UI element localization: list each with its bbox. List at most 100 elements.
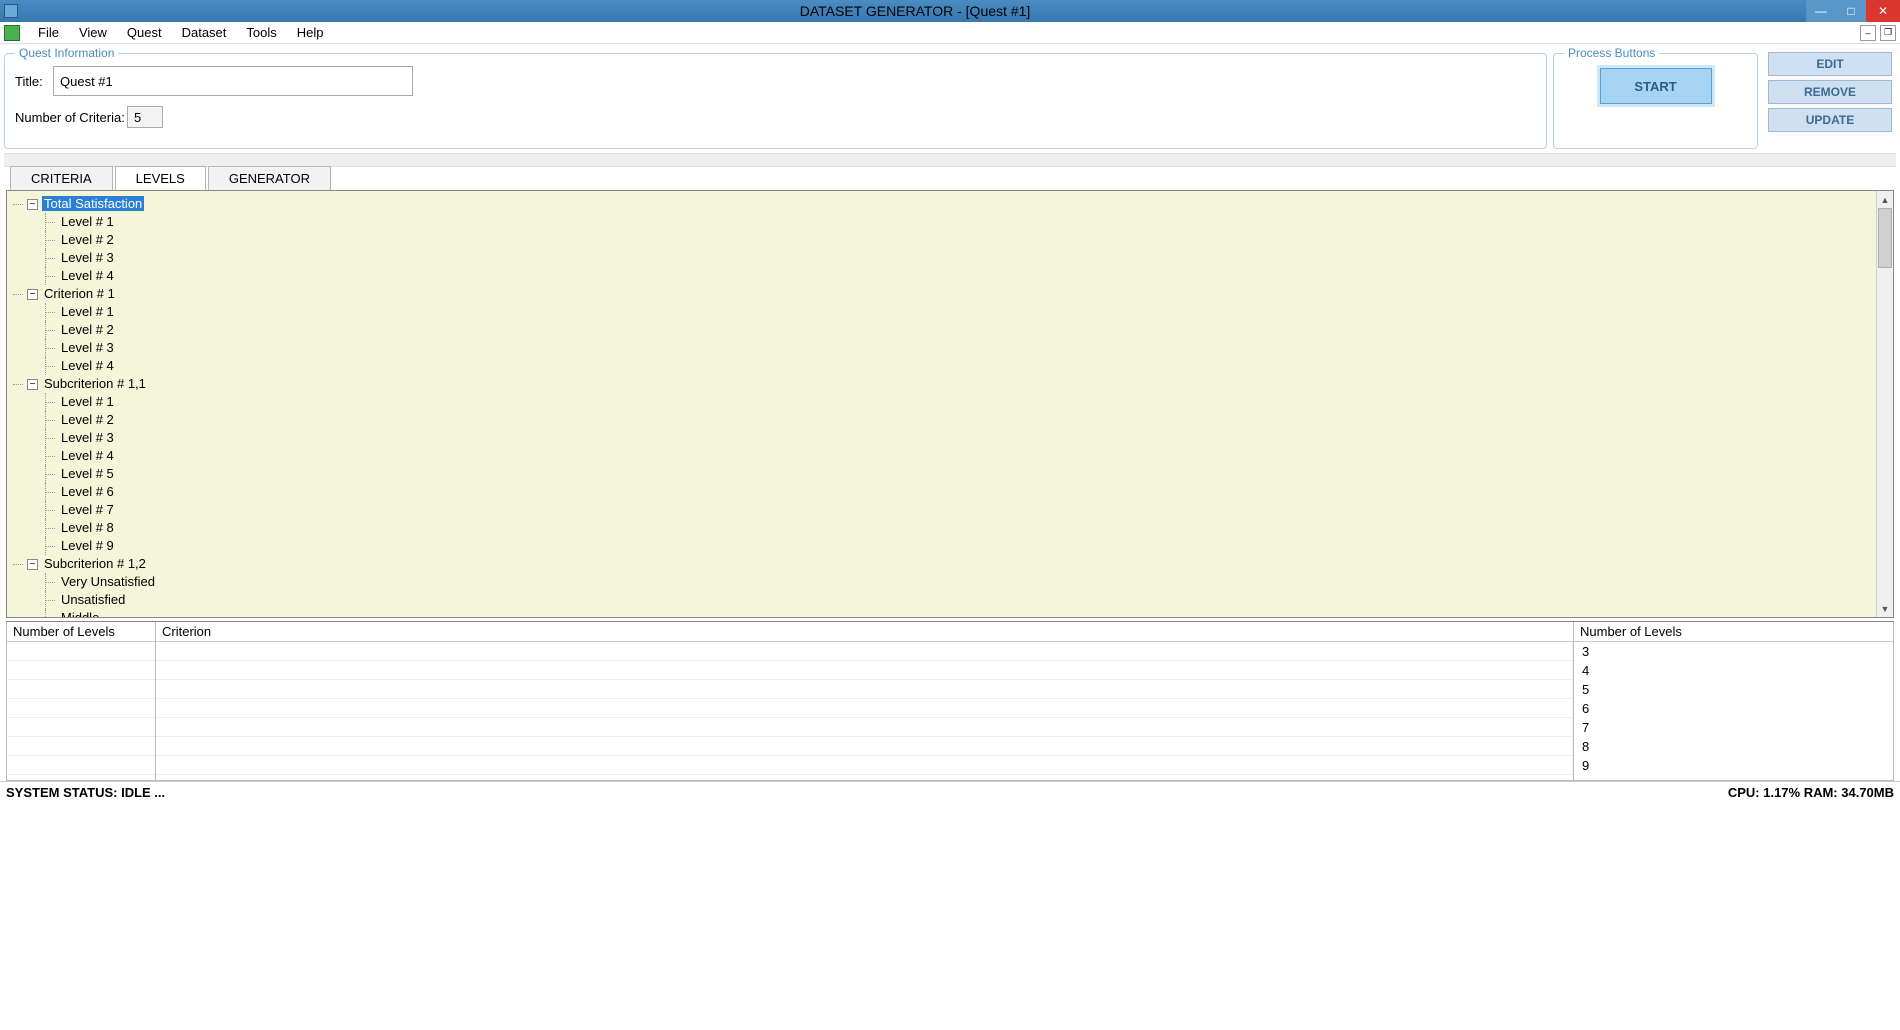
tree-leaf[interactable]: Level # 6 [45,483,1889,501]
tree-leaf-label[interactable]: Level # 4 [59,268,116,283]
tree-node-label[interactable]: Criterion # 1 [42,286,117,301]
tree-leaf-label[interactable]: Level # 5 [59,466,116,481]
tree-leaf-label[interactable]: Level # 4 [59,358,116,373]
tree-node-subcriterion-1-2[interactable]: −Subcriterion # 1,2 Very Unsatisfied Uns… [13,555,1889,617]
tree-leaf-label[interactable]: Level # 4 [59,448,116,463]
collapse-icon[interactable]: − [27,559,38,570]
num-levels-option[interactable]: 4 [1574,661,1893,680]
grid-left-column: Number of Levels [6,622,156,781]
close-button[interactable]: ✕ [1866,0,1900,22]
tree-leaf[interactable]: Level # 3 [45,339,1889,357]
collapse-icon[interactable]: − [27,289,38,300]
tree-leaf-label[interactable]: Level # 2 [59,232,116,247]
tree-leaf[interactable]: Level # 1 [45,303,1889,321]
update-button[interactable]: UPDATE [1768,108,1892,132]
mdi-restore-button[interactable]: ❐ [1880,25,1896,41]
num-levels-option[interactable]: 7 [1574,718,1893,737]
levels-tree[interactable]: −Total Satisfaction Level # 1 Level # 2 … [7,191,1893,617]
start-button[interactable]: START [1600,68,1712,104]
edit-button[interactable]: EDIT [1768,52,1892,76]
tree-leaf[interactable]: Level # 2 [45,231,1889,249]
quest-information-group: Quest Information Title: Number of Crite… [4,46,1547,149]
levels-tree-pane: −Total Satisfaction Level # 1 Level # 2 … [6,190,1894,618]
num-levels-option[interactable]: 9 [1574,756,1893,775]
tree-leaf[interactable]: Unsatisfied [45,591,1889,609]
tab-levels[interactable]: LEVELS [115,166,206,191]
statusbar: SYSTEM STATUS: IDLE ... CPU: 1.17% RAM: … [0,781,1900,803]
tree-leaf[interactable]: Level # 1 [45,393,1889,411]
collapse-icon[interactable]: − [27,199,38,210]
tree-leaf-label[interactable]: Level # 3 [59,340,116,355]
grid-right-header: Number of Levels [1574,622,1893,642]
num-levels-option[interactable]: 5 [1574,680,1893,699]
tree-leaf[interactable]: Level # 7 [45,501,1889,519]
tree-leaf-label[interactable]: Level # 6 [59,484,116,499]
tree-leaf[interactable]: Level # 1 [45,213,1889,231]
num-levels-option[interactable]: 8 [1574,737,1893,756]
tree-leaf[interactable]: Level # 8 [45,519,1889,537]
tree-vertical-scrollbar[interactable]: ▲ ▼ [1876,191,1893,617]
menu-view[interactable]: View [69,23,117,42]
tree-leaf-label[interactable]: Level # 1 [59,214,116,229]
grid-left-body[interactable] [7,642,155,780]
scroll-down-icon[interactable]: ▼ [1877,600,1893,617]
grid-right-column: Number of Levels 3 4 5 6 7 8 9 [1574,622,1894,781]
tab-generator[interactable]: GENERATOR [208,166,331,191]
tab-criteria[interactable]: CRITERIA [10,166,113,191]
tree-leaf[interactable]: Level # 3 [45,249,1889,267]
tree-leaf[interactable]: Level # 2 [45,411,1889,429]
tree-leaf[interactable]: Level # 4 [45,447,1889,465]
minimize-button[interactable]: — [1806,0,1836,22]
tree-node-total-satisfaction[interactable]: −Total Satisfaction Level # 1 Level # 2 … [13,195,1889,285]
bottom-grid: Number of Levels Criterion Number of Lev… [6,621,1894,781]
title-label: Title: [15,74,53,89]
maximize-button[interactable]: □ [1836,0,1866,22]
menu-dataset[interactable]: Dataset [172,23,237,42]
scroll-up-icon[interactable]: ▲ [1877,191,1893,208]
window-title: DATASET GENERATOR - [Quest #1] [24,3,1806,19]
tree-node-label[interactable]: Subcriterion # 1,2 [42,556,148,571]
tree-leaf[interactable]: Middle [45,609,1889,617]
menu-file[interactable]: File [28,23,69,42]
grid-mid-body[interactable] [156,642,1573,780]
grid-mid-header: Criterion [156,622,1573,642]
menu-tools[interactable]: Tools [236,23,286,42]
tree-leaf[interactable]: Level # 9 [45,537,1889,555]
tree-leaf[interactable]: Level # 4 [45,267,1889,285]
menu-help[interactable]: Help [287,23,334,42]
title-input[interactable] [53,66,413,96]
num-criteria-input[interactable] [127,106,163,128]
tree-node-label[interactable]: Subcriterion # 1,1 [42,376,148,391]
tree-node-criterion-1[interactable]: −Criterion # 1 Level # 1 Level # 2 Level… [13,285,1889,375]
tree-leaf-label[interactable]: Level # 8 [59,520,116,535]
tree-leaf-label[interactable]: Level # 3 [59,430,116,445]
tree-leaf-label[interactable]: Level # 1 [59,304,116,319]
menu-quest[interactable]: Quest [117,23,172,42]
tree-leaf-label[interactable]: Level # 1 [59,394,116,409]
tree-node-label[interactable]: Total Satisfaction [42,196,144,211]
tree-leaf-label[interactable]: Very Unsatisfied [59,574,157,589]
tree-leaf-label[interactable]: Level # 2 [59,322,116,337]
num-levels-option[interactable]: 6 [1574,699,1893,718]
tree-leaf[interactable]: Level # 5 [45,465,1889,483]
status-text: SYSTEM STATUS: IDLE ... [6,785,165,800]
grid-right-body[interactable]: 3 4 5 6 7 8 9 [1574,642,1893,780]
num-levels-option[interactable]: 3 [1574,642,1893,661]
tree-leaf-label[interactable]: Level # 9 [59,538,116,553]
tree-node-subcriterion-1-1[interactable]: −Subcriterion # 1,1 Level # 1 Level # 2 … [13,375,1889,555]
tree-leaf[interactable]: Level # 3 [45,429,1889,447]
tree-leaf-label[interactable]: Level # 3 [59,250,116,265]
tree-leaf[interactable]: Level # 4 [45,357,1889,375]
tree-leaf-label[interactable]: Unsatisfied [59,592,127,607]
collapse-icon[interactable]: − [27,379,38,390]
tree-leaf[interactable]: Very Unsatisfied [45,573,1889,591]
mdi-minimize-button[interactable]: – [1860,25,1876,41]
tree-leaf-label[interactable]: Level # 2 [59,412,116,427]
scroll-thumb[interactable] [1878,208,1892,268]
app-icon [4,25,20,41]
tree-leaf-label[interactable]: Level # 7 [59,502,116,517]
tree-leaf[interactable]: Level # 2 [45,321,1889,339]
titlebar: DATASET GENERATOR - [Quest #1] — □ ✕ [0,0,1900,22]
tree-leaf-label[interactable]: Middle [59,610,101,617]
remove-button[interactable]: REMOVE [1768,80,1892,104]
